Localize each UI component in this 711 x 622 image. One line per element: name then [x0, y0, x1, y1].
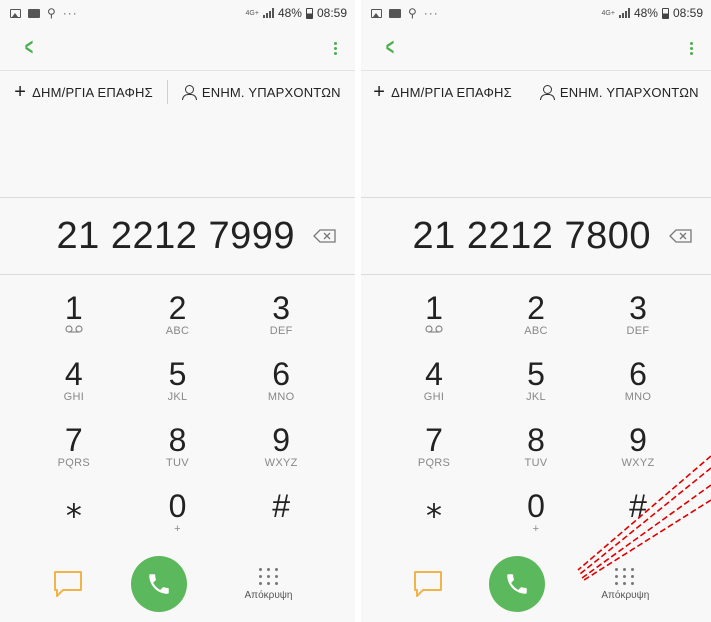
- update-existing-button[interactable]: ΕΝΗΜ. ΥΠΑΡΧΟΝΤΩΝ: [526, 85, 711, 100]
- voicemail-icon: [425, 325, 443, 333]
- key-3[interactable]: 3 DEF: [587, 291, 689, 357]
- dialer-screen-left: ⚲ ··· 4G+ 48% 08:59 < + ΔΗΜ/ΡΓΙΑ ΕΠΑΦΗΣ …: [0, 0, 355, 622]
- key-6[interactable]: 6 MNO: [229, 357, 333, 423]
- phone-icon: [507, 574, 527, 594]
- create-contact-button[interactable]: + ΔΗΜ/ΡΓΙΑ ΕΠΑΦΗΣ: [0, 81, 167, 103]
- call-button[interactable]: [488, 556, 545, 612]
- key-hash[interactable]: #: [587, 489, 689, 555]
- keypad-icon: [258, 567, 279, 585]
- plus-icon: +: [14, 81, 27, 103]
- create-contact-label: ΔΗΜ/ΡΓΙΑ ΕΠΑΦΗΣ: [32, 84, 153, 100]
- network-type: 4G+: [245, 9, 259, 17]
- backspace-icon[interactable]: [669, 229, 693, 243]
- phone-icon: [148, 574, 169, 594]
- usb-icon: ⚲: [408, 6, 417, 20]
- battery-icon: [305, 7, 313, 19]
- key-hash[interactable]: #: [229, 489, 333, 555]
- status-bar: ⚲ ··· 4G+ 48% 08:59: [0, 0, 355, 26]
- key-4[interactable]: 4 GHI: [22, 357, 126, 423]
- update-existing-label: ΕΝΗΜ. ΥΠΑΡΧΟΝΤΩΝ: [559, 84, 699, 100]
- voicemail-notification-icon: [389, 8, 401, 18]
- toolbar: <: [0, 26, 355, 70]
- dialer-screen-right: ⚲ ··· 4G+ 48% 08:59 < + ΔΗΜ/ΡΓΙΑ ΕΠΑΦΗΣ …: [361, 0, 711, 622]
- dialed-number[interactable]: 21 2212 7800: [413, 215, 651, 258]
- battery-icon: [661, 7, 669, 19]
- more-notifications-icon: ···: [62, 6, 78, 20]
- more-icon[interactable]: [334, 41, 337, 55]
- key-8[interactable]: 8 TUV: [126, 423, 230, 489]
- voicemail-icon: [65, 325, 83, 333]
- hide-keypad-button[interactable]: Απόκρυψη: [590, 567, 660, 601]
- hide-label: Απόκρυψη: [601, 589, 650, 601]
- gallery-icon: [371, 8, 382, 18]
- signal-icon: [618, 8, 630, 18]
- toolbar: <: [361, 26, 711, 70]
- key-9[interactable]: 9 WXYZ: [229, 423, 333, 489]
- status-bar: ⚲ ··· 4G+ 48% 08:59: [361, 0, 711, 26]
- message-icon: [413, 571, 442, 597]
- battery-percent: 48%: [633, 6, 658, 20]
- person-icon: [539, 85, 555, 100]
- keypad: 1 2 ABC 3 DEF 4 GHI 5 JKL 6 MNO 7 PQRS 8 TUV 9W…: [361, 275, 711, 555]
- key-0[interactable]: 0 +: [126, 489, 230, 555]
- update-existing-button[interactable]: ΕΝΗΜ. ΥΠΑΡΧΟΝΤΩΝ: [168, 85, 355, 100]
- battery-percent: 48%: [277, 6, 302, 20]
- clock: 08:59: [316, 6, 347, 20]
- key-3[interactable]: 3 DEF: [229, 291, 333, 357]
- network-type: 4G+: [601, 9, 615, 17]
- key-5[interactable]: 5 JKL: [485, 357, 587, 423]
- key-2[interactable]: 2 ABC: [126, 291, 230, 357]
- key-9[interactable]: 9 WXYZ: [587, 423, 689, 489]
- bottom-bar: Απόκρυψη: [361, 552, 711, 616]
- signal-icon: [262, 8, 274, 18]
- dialed-number[interactable]: 21 2212 7999: [57, 215, 295, 258]
- gallery-icon: [10, 8, 21, 18]
- more-icon[interactable]: [690, 41, 693, 55]
- key-star[interactable]: ⁎: [383, 489, 485, 555]
- back-icon[interactable]: <: [386, 36, 394, 60]
- key-1[interactable]: 1: [22, 291, 126, 357]
- create-contact-button[interactable]: + ΔΗΜ/ΡΓΙΑ ΕΠΑΦΗΣ: [361, 81, 526, 103]
- key-7[interactable]: 7 PQRS: [383, 423, 485, 489]
- key-8[interactable]: 8 TUV: [485, 423, 587, 489]
- more-notifications-icon: ···: [423, 6, 439, 20]
- voicemail-notification-icon: [28, 8, 40, 18]
- hide-keypad-button[interactable]: Απόκρυψη: [234, 567, 304, 601]
- update-existing-label: ΕΝΗΜ. ΥΠΑΡΧΟΝΤΩΝ: [201, 84, 341, 100]
- key-1[interactable]: 1: [383, 291, 485, 357]
- create-contact-label: ΔΗΜ/ΡΓΙΑ ΕΠΑΦΗΣ: [391, 84, 512, 100]
- key-2[interactable]: 2 ABC: [485, 291, 587, 357]
- person-icon: [181, 85, 197, 100]
- back-icon[interactable]: <: [25, 36, 33, 60]
- message-button[interactable]: [412, 552, 444, 616]
- key-6[interactable]: 6 MNO: [587, 357, 689, 423]
- usb-icon: ⚲: [47, 6, 56, 20]
- call-button[interactable]: [130, 556, 187, 612]
- keypad: 1 2 ABC 3 DEF 4 GHI 5 JKL 6 MNO 7 PQRS 8 TUV 9W…: [0, 275, 355, 555]
- message-icon: [53, 571, 82, 597]
- backspace-icon[interactable]: [313, 229, 337, 243]
- hide-label: Απόκρυψη: [244, 589, 293, 601]
- key-4[interactable]: 4 GHI: [383, 357, 485, 423]
- message-button[interactable]: [52, 552, 84, 616]
- plus-icon: +: [373, 81, 386, 103]
- key-5[interactable]: 5 JKL: [126, 357, 230, 423]
- contact-actions: + ΔΗΜ/ΡΓΙΑ ΕΠΑΦΗΣ ΕΝΗΜ. ΥΠΑΡΧΟΝΤΩΝ: [361, 70, 711, 113]
- bottom-bar: Απόκρυψη: [0, 552, 355, 616]
- number-display: 21 2212 7999: [0, 197, 355, 275]
- keypad-icon: [615, 567, 635, 585]
- clock: 08:59: [672, 6, 703, 20]
- contact-actions: + ΔΗΜ/ΡΓΙΑ ΕΠΑΦΗΣ ΕΝΗΜ. ΥΠΑΡΧΟΝΤΩΝ: [0, 70, 355, 113]
- number-display: 21 2212 7800: [361, 197, 711, 275]
- key-0[interactable]: 0 +: [485, 489, 587, 555]
- key-star[interactable]: ⁎: [22, 489, 126, 555]
- key-7[interactable]: 7 PQRS: [22, 423, 126, 489]
